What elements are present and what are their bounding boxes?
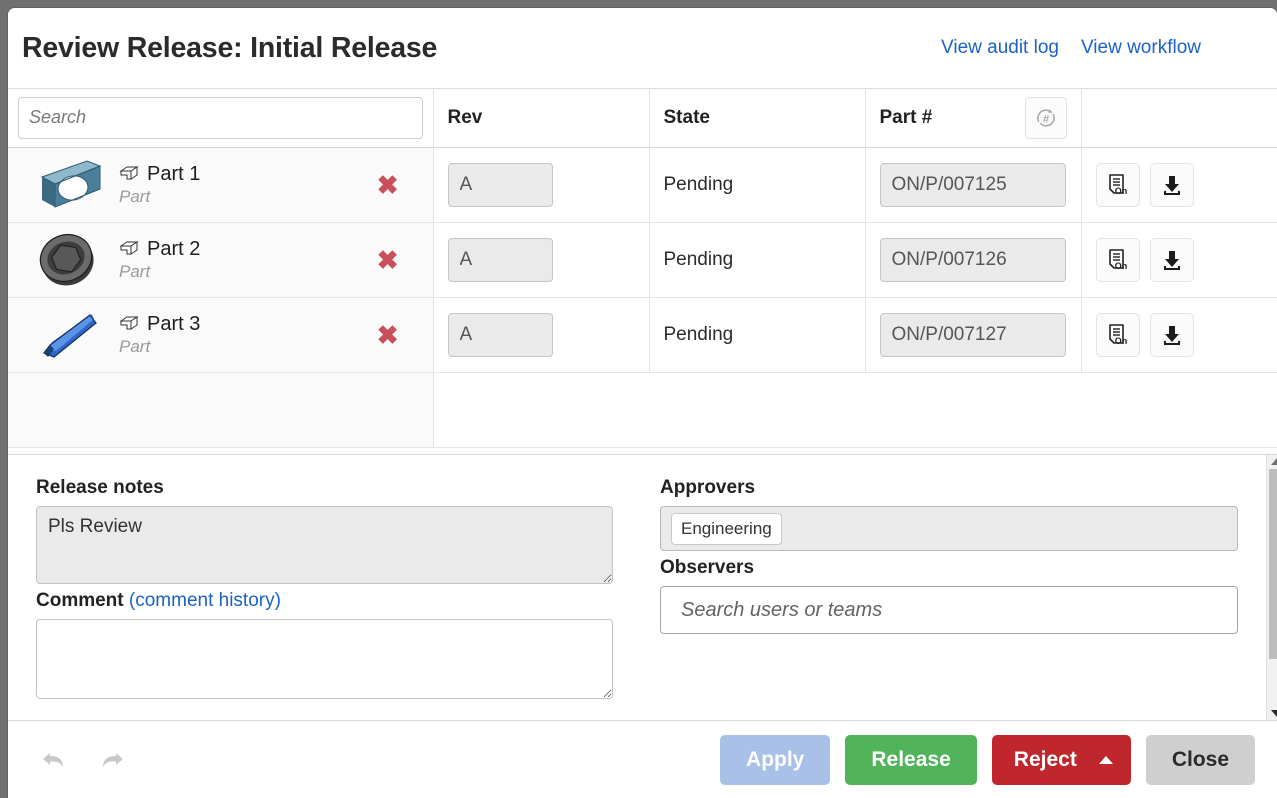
svg-text:On: On: [1114, 261, 1127, 271]
empty-cells: [433, 372, 1277, 447]
search-input[interactable]: [18, 97, 423, 139]
svg-text:On: On: [1114, 186, 1127, 196]
part-subtitle: Part: [118, 262, 200, 282]
datasheet-icon[interactable]: On: [1096, 238, 1140, 282]
observers-label: Observers: [660, 557, 1238, 579]
revision-input[interactable]: [448, 313, 553, 357]
row-part-number-cell: [865, 297, 1081, 372]
details-panel: Release notes Comment (comment history) …: [8, 454, 1277, 720]
release-button[interactable]: Release: [845, 735, 976, 785]
observers-input[interactable]: [660, 586, 1238, 634]
row-state-cell: Pending: [649, 222, 865, 297]
column-header-name: [8, 89, 433, 147]
dialog-titlebar: Review Release: Initial Release View aud…: [8, 8, 1277, 88]
approver-token[interactable]: Engineering: [671, 513, 782, 545]
table-empty-row: [8, 372, 1277, 447]
part-name: Part 3: [147, 313, 200, 336]
part-subtitle: Part: [118, 337, 200, 357]
comment-history-link[interactable]: (comment history): [129, 590, 281, 611]
part-number-input[interactable]: [880, 238, 1066, 282]
download-icon[interactable]: [1150, 313, 1194, 357]
apply-button[interactable]: Apply: [720, 735, 830, 785]
details-left-column: Release notes Comment (comment history): [8, 477, 648, 720]
column-header-part-number: Part # #: [865, 89, 1081, 147]
download-icon[interactable]: [1150, 163, 1194, 207]
table-header-row: Rev State Part # #: [8, 89, 1277, 147]
regenerate-part-number-icon[interactable]: #: [1025, 97, 1067, 139]
scroll-down-arrow-icon[interactable]: [1271, 710, 1277, 717]
reject-button-label: Reject: [1014, 748, 1077, 772]
column-header-part-number-label: Part #: [880, 107, 1025, 129]
row-rev-cell: [433, 222, 649, 297]
footer-actions: Apply Release Reject Close: [720, 735, 1255, 785]
view-workflow-link[interactable]: View workflow: [1081, 37, 1201, 59]
comment-label: Comment (comment history): [36, 590, 620, 612]
table-row[interactable]: Part 1 Part ✖ Pending: [8, 147, 1277, 222]
caret-up-icon[interactable]: [1099, 756, 1113, 764]
row-actions-cell: On: [1081, 297, 1277, 372]
page-title: Review Release: Initial Release: [22, 32, 437, 65]
revision-input[interactable]: [448, 163, 553, 207]
row-state-cell: Pending: [649, 147, 865, 222]
remove-row-button[interactable]: ✖: [377, 172, 399, 198]
undo-arrow-icon[interactable]: [30, 738, 76, 782]
row-part-number-cell: [865, 147, 1081, 222]
part-name: Part 2: [147, 238, 200, 261]
row-actions-cell: On: [1081, 222, 1277, 297]
plate-with-hole-thumbnail: [32, 155, 106, 215]
reject-button[interactable]: Reject: [992, 735, 1131, 785]
row-name-cell: Part 1 Part ✖: [8, 147, 433, 222]
svg-text:On: On: [1114, 336, 1127, 346]
title-links: View audit log View workflow: [941, 37, 1263, 59]
details-right-column: Approvers Engineering Observers: [648, 477, 1266, 720]
row-state-cell: Pending: [649, 297, 865, 372]
release-items-table-container: Rev State Part # #: [8, 88, 1277, 454]
part-icon: [118, 314, 140, 334]
svg-text:#: #: [1042, 113, 1048, 125]
review-release-dialog: Review Release: Initial Release View aud…: [8, 8, 1277, 798]
row-name-cell: Part 2 Part ✖: [8, 222, 433, 297]
column-header-actions: [1081, 89, 1277, 147]
part-icon: [118, 239, 140, 259]
table-row[interactable]: Part 3 Part ✖ Pending: [8, 297, 1277, 372]
scrollbar-thumb[interactable]: [1269, 469, 1277, 659]
approvers-label: Approvers: [660, 477, 1238, 499]
release-notes-label: Release notes: [36, 477, 620, 499]
column-header-state: State: [649, 89, 865, 147]
part-subtitle: Part: [118, 187, 200, 207]
row-name-cell: Part 3 Part ✖: [8, 297, 433, 372]
datasheet-icon[interactable]: On: [1096, 313, 1140, 357]
row-actions-cell: On: [1081, 147, 1277, 222]
part-name: Part 1: [147, 163, 200, 186]
revision-input[interactable]: [448, 238, 553, 282]
release-items-table: Rev State Part # #: [8, 89, 1277, 448]
details-scrollbar[interactable]: [1266, 455, 1277, 720]
comment-textarea[interactable]: [36, 619, 613, 699]
scroll-up-arrow-icon[interactable]: [1271, 458, 1277, 465]
hex-rod-thumbnail: [32, 305, 106, 365]
view-audit-log-link[interactable]: View audit log: [941, 37, 1059, 59]
hex-washer-thumbnail: [32, 230, 106, 290]
release-notes-textarea[interactable]: [36, 506, 613, 584]
row-part-number-cell: [865, 222, 1081, 297]
row-rev-cell: [433, 147, 649, 222]
part-number-input[interactable]: [880, 313, 1066, 357]
part-icon: [118, 164, 140, 184]
part-number-input[interactable]: [880, 163, 1066, 207]
datasheet-icon[interactable]: On: [1096, 163, 1140, 207]
close-button[interactable]: Close: [1146, 735, 1255, 785]
scrollbar-track[interactable]: [1267, 465, 1277, 710]
remove-row-button[interactable]: ✖: [377, 247, 399, 273]
comment-label-text: Comment: [36, 590, 124, 611]
table-row[interactable]: Part 2 Part ✖ Pending: [8, 222, 1277, 297]
dialog-footer: Apply Release Reject Close: [8, 720, 1277, 798]
empty-name-cell: [8, 372, 433, 447]
table-body: Part 1 Part ✖ Pending: [8, 147, 1277, 447]
row-rev-cell: [433, 297, 649, 372]
column-header-rev: Rev: [433, 89, 649, 147]
redo-arrow-icon[interactable]: [90, 738, 136, 782]
remove-row-button[interactable]: ✖: [377, 322, 399, 348]
download-icon[interactable]: [1150, 238, 1194, 282]
approvers-field[interactable]: Engineering: [660, 506, 1238, 551]
